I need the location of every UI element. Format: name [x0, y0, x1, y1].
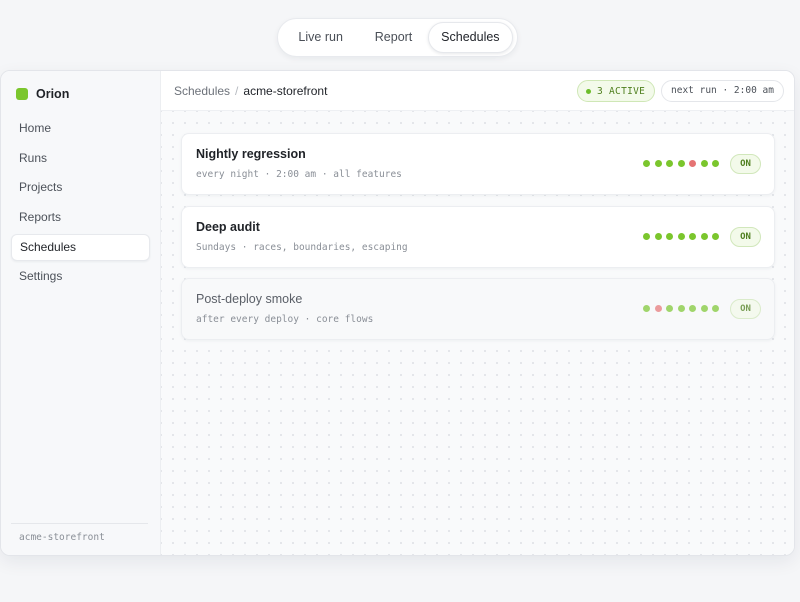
page-header: Schedules / acme-storefront 3 ACTIVE next … [161, 71, 794, 111]
active-count-badge: 3 ACTIVE [577, 80, 656, 102]
run-status-pass-dot [689, 305, 696, 312]
active-count-label: 3 ACTIVE [597, 85, 646, 97]
run-status-pass-dot [654, 233, 662, 240]
schedule-card[interactable]: Post-deploy smoke after every deploy · c… [181, 278, 775, 340]
run-status-pass-dot [689, 233, 696, 240]
tab-report[interactable]: Report [359, 22, 427, 53]
orion-logo-icon [16, 88, 28, 100]
sidebar-item-settings[interactable]: Settings [11, 263, 150, 290]
breadcrumb-schedules[interactable]: Schedules [174, 84, 230, 98]
sidebar-divider [11, 523, 148, 524]
run-status-pass-dot [666, 233, 673, 240]
status-dot-icon [586, 88, 591, 94]
app-window: Orion Home Runs Projects Reports Schedul… [0, 70, 795, 556]
run-status-pass-dot [643, 160, 650, 167]
schedule-subtitle: after every deploy · core flows [196, 314, 374, 325]
breadcrumb-current: acme-storefront [243, 84, 328, 98]
run-status-pass-dot [654, 160, 662, 167]
schedule-toggle[interactable]: ON [730, 154, 761, 174]
run-status-fail-dot [689, 160, 696, 167]
run-status-fail-dot [654, 305, 662, 312]
run-history [643, 233, 724, 240]
schedule-toggle[interactable]: ON [730, 227, 761, 247]
schedule-card[interactable]: Deep audit Sundays · races, boundaries, … [181, 206, 775, 268]
schedule-subtitle: Sundays · races, boundaries, escaping [196, 242, 408, 253]
run-status-pass-dot [643, 233, 650, 240]
run-status-pass-dot [712, 305, 719, 312]
sidebar-nav: Home Runs Projects Reports Schedules Set… [11, 115, 150, 293]
brand[interactable]: Orion [16, 87, 69, 101]
tab-schedules[interactable]: Schedules [427, 22, 513, 53]
run-status-pass-dot [677, 160, 685, 167]
sidebar-item-schedules[interactable]: Schedules [11, 233, 150, 261]
sidebar-item-runs[interactable]: Runs [11, 145, 150, 172]
run-status-pass-dot [677, 305, 685, 312]
run-status-pass-dot [700, 233, 708, 240]
sidebar-item-projects[interactable]: Projects [11, 174, 150, 201]
breadcrumb-separator: / [235, 84, 239, 98]
schedule-subtitle: every night · 2:00 am · all features [196, 169, 402, 180]
schedules-list: Nightly regression every night · 2:00 am… [161, 111, 794, 555]
run-status-pass-dot [677, 233, 685, 240]
run-history [643, 160, 724, 167]
run-status-pass-dot [700, 305, 708, 312]
schedule-toggle[interactable]: ON [730, 299, 761, 319]
view-switcher: Live run Report Schedules [277, 18, 518, 57]
sidebar: Orion Home Runs Projects Reports Schedul… [1, 71, 161, 555]
next-run-badge: next run · 2:00 am [661, 80, 784, 102]
schedule-card[interactable]: Nightly regression every night · 2:00 am… [181, 133, 775, 195]
sidebar-item-home[interactable]: Home [11, 115, 150, 142]
schedule-title: Deep audit [196, 220, 260, 234]
run-history [643, 305, 724, 312]
run-status-pass-dot [643, 305, 650, 312]
schedule-title: Post-deploy smoke [196, 292, 303, 306]
schedule-title: Nightly regression [196, 147, 306, 161]
tab-live-run[interactable]: Live run [282, 22, 359, 53]
project-switcher[interactable]: acme-storefront [19, 532, 105, 543]
run-status-pass-dot [666, 160, 673, 167]
sidebar-item-reports[interactable]: Reports [11, 204, 150, 231]
run-status-pass-dot [666, 305, 673, 312]
run-status-pass-dot [712, 233, 719, 240]
run-status-pass-dot [712, 160, 719, 167]
brand-name: Orion [36, 87, 70, 101]
breadcrumb: Schedules / acme-storefront [174, 84, 327, 98]
run-status-pass-dot [700, 160, 708, 167]
